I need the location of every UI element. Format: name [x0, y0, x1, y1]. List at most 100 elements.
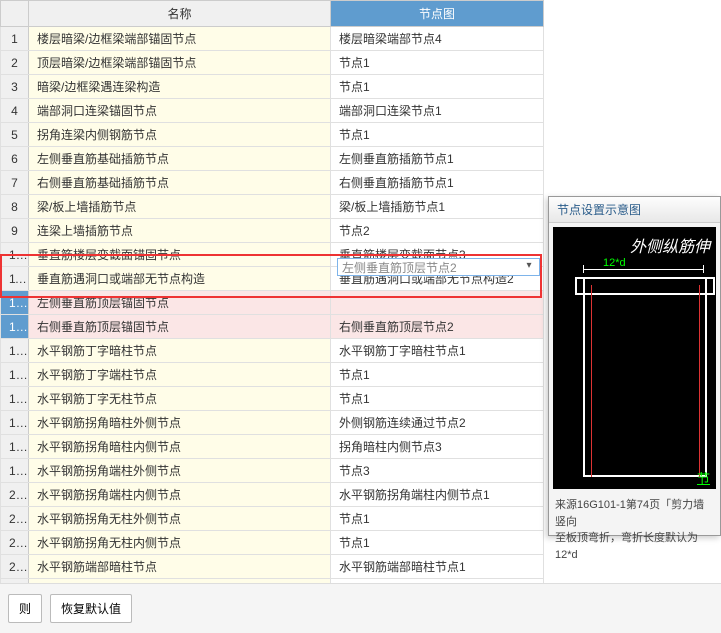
node-cell[interactable] [331, 291, 544, 315]
footer: 则 恢复默认值 [0, 583, 721, 633]
header-blank [1, 1, 29, 27]
name-cell[interactable]: 右侧垂直筋顶层锚固节点 [29, 315, 331, 339]
name-cell[interactable]: 水平钢筋丁字暗柱节点 [29, 339, 331, 363]
name-cell[interactable]: 水平钢筋端部暗柱节点 [29, 555, 331, 579]
row-number: 5 [1, 123, 29, 147]
diagram-title: 外侧纵筋伸 [630, 233, 710, 257]
dimension-label: 12*d [603, 257, 626, 269]
name-cell[interactable]: 顶层暗梁/边框梁端部锚固节点 [29, 51, 331, 75]
row-number: 22 [1, 531, 29, 555]
node-cell[interactable]: 右侧垂直筋顶层节点2 [331, 315, 544, 339]
row-number: 23 [1, 555, 29, 579]
table-row[interactable]: 22水平钢筋拐角无柱内侧节点节点1 [1, 531, 544, 555]
table-row[interactable]: 14水平钢筋丁字暗柱节点水平钢筋丁字暗柱节点1 [1, 339, 544, 363]
name-cell[interactable]: 水平钢筋拐角暗柱外侧节点 [29, 411, 331, 435]
row-number: 4 [1, 99, 29, 123]
table-row[interactable]: 7右侧垂直筋基础插筋节点右侧垂直筋插筋节点1 [1, 171, 544, 195]
node-cell[interactable]: 节点1 [331, 363, 544, 387]
node-cell[interactable]: 楼层暗梁端部节点4 [331, 27, 544, 51]
name-cell[interactable]: 水平钢筋拐角端柱外侧节点 [29, 459, 331, 483]
node-cell[interactable]: 节点1 [331, 507, 544, 531]
node-cell[interactable]: 节点1 [331, 387, 544, 411]
table-row[interactable]: 8梁/板上墙插筋节点梁/板上墙插筋节点1 [1, 195, 544, 219]
name-cell[interactable]: 垂直筋遇洞口或端部无节点构造 [29, 267, 331, 291]
node-cell[interactable]: 水平钢筋端部暗柱节点1 [331, 555, 544, 579]
name-cell[interactable]: 楼层暗梁/边框梁端部锚固节点 [29, 27, 331, 51]
table-row[interactable]: 16水平钢筋丁字无柱节点节点1 [1, 387, 544, 411]
name-cell[interactable]: 垂直筋楼层变截面锚固节点 [29, 243, 331, 267]
node-cell[interactable]: 左侧垂直筋插筋节点1 [331, 147, 544, 171]
row-number: 9 [1, 219, 29, 243]
row-number: 14 [1, 339, 29, 363]
table-row[interactable]: 23水平钢筋端部暗柱节点水平钢筋端部暗柱节点1 [1, 555, 544, 579]
row-number: 11 [1, 267, 29, 291]
table-row[interactable]: 3暗梁/边框梁遇连梁构造节点1 [1, 75, 544, 99]
node-cell[interactable]: 拐角暗柱内侧节点3 [331, 435, 544, 459]
row-number: 2 [1, 51, 29, 75]
name-cell[interactable]: 左侧垂直筋基础插筋节点 [29, 147, 331, 171]
table-row[interactable]: 15水平钢筋丁字端柱节点节点1 [1, 363, 544, 387]
restore-default-button[interactable]: 恢复默认值 [50, 594, 132, 623]
name-cell[interactable]: 梁/板上墙插筋节点 [29, 195, 331, 219]
name-cell[interactable]: 水平钢筋拐角无柱外侧节点 [29, 507, 331, 531]
node-cell[interactable]: 节点1 [331, 123, 544, 147]
node-cell[interactable]: 节点2 [331, 219, 544, 243]
node-cell[interactable]: 端部洞口连梁节点1 [331, 99, 544, 123]
node-cell[interactable]: 梁/板上墙插筋节点1 [331, 195, 544, 219]
name-cell[interactable]: 右侧垂直筋基础插筋节点 [29, 171, 331, 195]
table-row[interactable]: 20水平钢筋拐角端柱内侧节点水平钢筋拐角端柱内侧节点1 [1, 483, 544, 507]
diagram: 外侧纵筋伸 12*d 节 [553, 227, 716, 489]
node-cell[interactable]: 水平钢筋拐角端柱内侧节点1 [331, 483, 544, 507]
table-row[interactable]: 19水平钢筋拐角端柱外侧节点节点3 [1, 459, 544, 483]
table-row[interactable]: 18水平钢筋拐角暗柱内侧节点拐角暗柱内侧节点3 [1, 435, 544, 459]
row-number: 10 [1, 243, 29, 267]
row-number: 15 [1, 363, 29, 387]
row-number: 19 [1, 459, 29, 483]
table-row[interactable]: 1楼层暗梁/边框梁端部锚固节点楼层暗梁端部节点4 [1, 27, 544, 51]
panel-note: 来源16G101-1第74页「剪力墙竖向 至板顶弯折，弯折长度默认为 12*d [549, 493, 720, 567]
node-cell[interactable]: 水平钢筋丁字暗柱节点1 [331, 339, 544, 363]
table-row[interactable]: 12左侧垂直筋顶层锚固节点 [1, 291, 544, 315]
table-row[interactable]: 21水平钢筋拐角无柱外侧节点节点1 [1, 507, 544, 531]
table-row[interactable]: 13右侧垂直筋顶层锚固节点右侧垂直筋顶层节点2 [1, 315, 544, 339]
preview-panel: 节点设置示意图 外侧纵筋伸 12*d 节 来源16G101-1第74页「剪力墙竖… [548, 196, 721, 536]
name-cell[interactable]: 水平钢筋丁字无柱节点 [29, 387, 331, 411]
name-cell[interactable]: 水平钢筋拐角端柱内侧节点 [29, 483, 331, 507]
row-number: 21 [1, 507, 29, 531]
table-row[interactable]: 9连梁上墙插筋节点节点2 [1, 219, 544, 243]
name-cell[interactable]: 连梁上墙插筋节点 [29, 219, 331, 243]
name-cell[interactable]: 左侧垂直筋顶层锚固节点 [29, 291, 331, 315]
node-cell[interactable]: 节点1 [331, 51, 544, 75]
row-number: 1 [1, 27, 29, 51]
node-cell[interactable]: 节点1 [331, 531, 544, 555]
table-row[interactable]: 6左侧垂直筋基础插筋节点左侧垂直筋插筋节点1 [1, 147, 544, 171]
node-cell[interactable]: 右侧垂直筋插筋节点1 [331, 171, 544, 195]
panel-title: 节点设置示意图 [549, 197, 720, 223]
table-row[interactable]: 4端部洞口连梁锚固节点端部洞口连梁节点1 [1, 99, 544, 123]
row-number: 12 [1, 291, 29, 315]
row-number: 17 [1, 411, 29, 435]
name-cell[interactable]: 端部洞口连梁锚固节点 [29, 99, 331, 123]
dropdown-icon[interactable]: ▾ [520, 258, 538, 276]
node-cell[interactable]: 外侧钢筋连续通过节点2 [331, 411, 544, 435]
name-cell[interactable]: 水平钢筋拐角暗柱内侧节点 [29, 435, 331, 459]
rule-button[interactable]: 则 [8, 594, 42, 623]
row-number: 20 [1, 483, 29, 507]
row-number: 3 [1, 75, 29, 99]
node-cell[interactable]: 节点1 [331, 75, 544, 99]
node-cell-editor[interactable]: 左侧垂直筋顶层节点2 [337, 258, 540, 276]
header-name[interactable]: 名称 [29, 1, 331, 27]
table-row[interactable]: 5拐角连梁内侧钢筋节点节点1 [1, 123, 544, 147]
name-cell[interactable]: 拐角连梁内侧钢筋节点 [29, 123, 331, 147]
row-number: 6 [1, 147, 29, 171]
node-cell[interactable]: 节点3 [331, 459, 544, 483]
table-row[interactable]: 17水平钢筋拐角暗柱外侧节点外侧钢筋连续通过节点2 [1, 411, 544, 435]
row-number: 13 [1, 315, 29, 339]
name-cell[interactable]: 水平钢筋拐角无柱内侧节点 [29, 531, 331, 555]
name-cell[interactable]: 暗梁/边框梁遇连梁构造 [29, 75, 331, 99]
table-row[interactable]: 2顶层暗梁/边框梁端部锚固节点节点1 [1, 51, 544, 75]
header-node[interactable]: 节点图 [331, 1, 544, 27]
row-number: 18 [1, 435, 29, 459]
data-table[interactable]: 名称 节点图 1楼层暗梁/边框梁端部锚固节点楼层暗梁端部节点42顶层暗梁/边框梁… [0, 0, 544, 583]
name-cell[interactable]: 水平钢筋丁字端柱节点 [29, 363, 331, 387]
